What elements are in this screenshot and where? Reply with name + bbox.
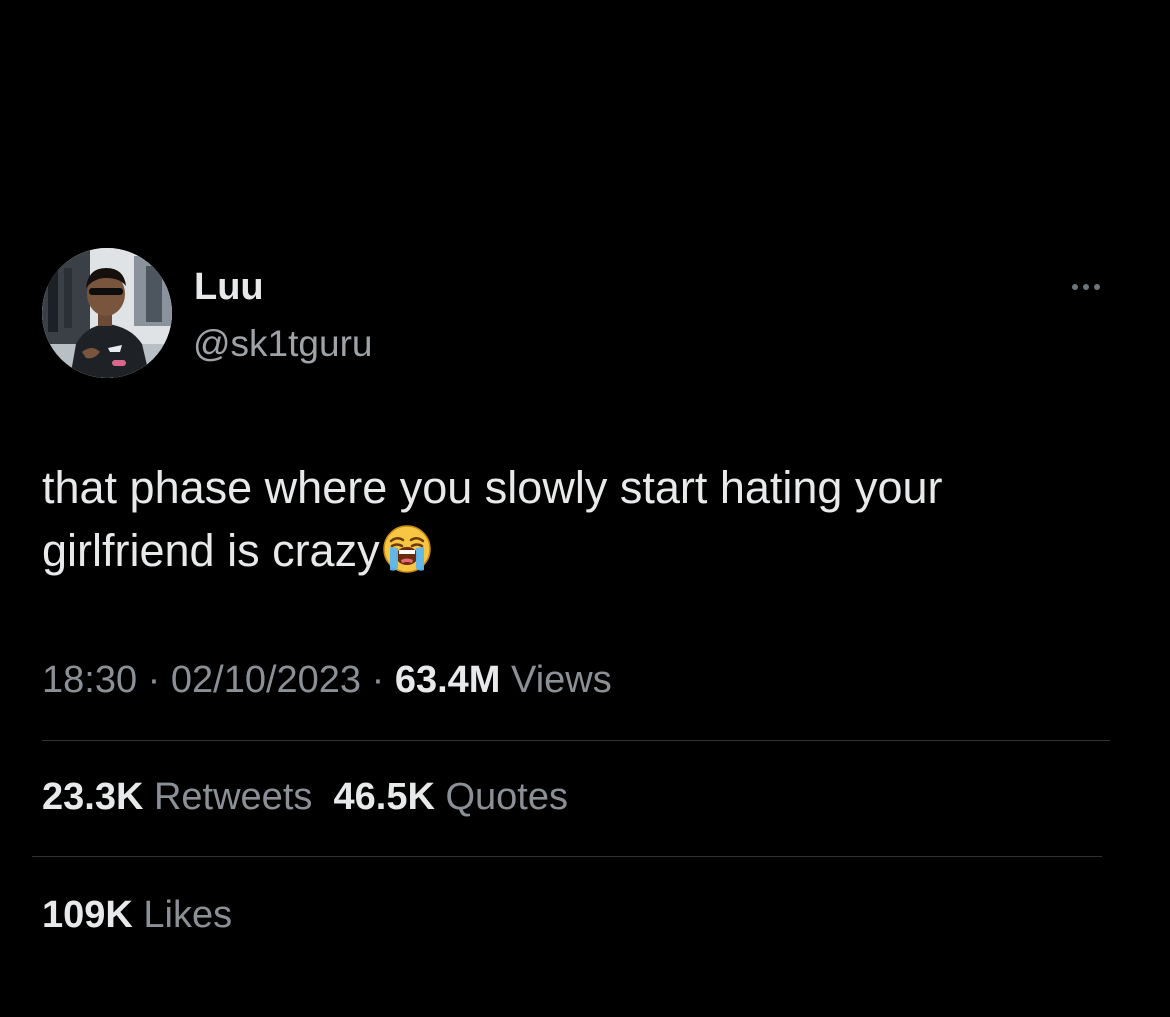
avatar-photo (42, 248, 172, 378)
quotes-link[interactable]: 46.5K Quotes (334, 776, 569, 818)
likes-label: Likes (143, 894, 233, 936)
quotes-count: 46.5K (333, 776, 435, 818)
tweet-metadata: 18:30 · 02/10/2023 · 63.4M Views (42, 659, 612, 702)
engagement-stats: 23.3K Retweets 46.5K Quotes (42, 776, 568, 819)
meta-separator: · (371, 659, 385, 701)
likes-link[interactable]: 109K Likes (42, 894, 232, 936)
tweet-text: that phase where you slowly start hating… (42, 456, 1122, 582)
tweet-text-line-2: girlfriend is crazy (42, 525, 380, 576)
tweet-text-line-1: that phase where you slowly start hating… (42, 462, 943, 513)
views-count: 63.4M (394, 659, 501, 701)
meta-separator: · (147, 659, 161, 701)
more-dot-icon (1094, 284, 1100, 290)
divider (32, 856, 1102, 857)
tweet-time[interactable]: 18:30 (42, 659, 137, 701)
retweets-count: 23.3K (42, 776, 144, 818)
quotes-label: Quotes (445, 776, 568, 818)
retweets-link[interactable]: 23.3K Retweets (42, 776, 312, 818)
author-display-name[interactable]: Luu (194, 266, 264, 309)
author-handle[interactable]: @sk1tguru (193, 323, 372, 365)
more-options-button[interactable] (1062, 273, 1110, 301)
tweet-detail: Luu @sk1tguru that phase where you slowl… (0, 0, 1170, 1017)
tweet-date[interactable]: 02/10/2023 (171, 659, 361, 701)
retweets-label: Retweets (153, 776, 313, 818)
views-label: Views (511, 659, 612, 701)
divider (42, 740, 1110, 741)
more-dot-icon (1083, 284, 1089, 290)
avatar[interactable] (42, 248, 172, 378)
more-dot-icon (1072, 284, 1078, 290)
likes-count: 109K (42, 894, 133, 936)
loudly-crying-face-icon (382, 525, 431, 573)
likes-stats: 109K Likes (42, 894, 232, 937)
